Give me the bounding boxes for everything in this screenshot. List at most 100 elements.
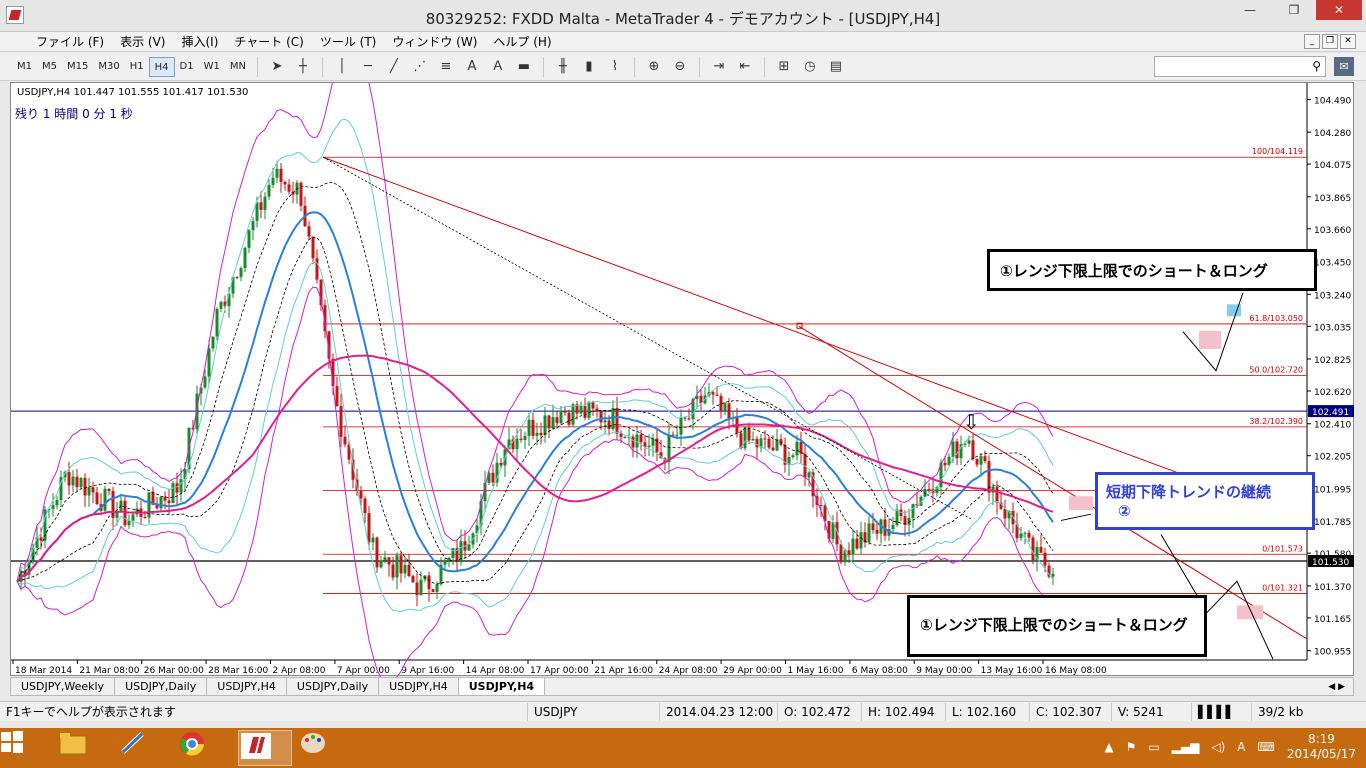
menu-tools[interactable]: ツール (T) — [312, 33, 385, 50]
search-input[interactable]: ⚲ — [1154, 56, 1326, 77]
text-icon[interactable]: A — [461, 57, 483, 77]
fibonacci-icon[interactable]: ≡ — [435, 57, 457, 77]
menu-file[interactable]: ファイル (F) — [28, 33, 112, 50]
templates-icon[interactable]: ▤ — [825, 57, 847, 77]
candle-body — [79, 477, 83, 488]
candle-body — [891, 524, 895, 530]
explorer-taskbar-button[interactable] — [58, 730, 112, 766]
tab-usdjpy-daily-1[interactable]: USDJPY,Daily — [115, 678, 208, 695]
child-close-button[interactable]: ✕ — [1340, 34, 1356, 49]
status-symbol: USDJPY — [528, 702, 660, 721]
candle-body — [167, 500, 171, 504]
pen-taskbar-button[interactable] — [118, 730, 172, 766]
tab-usdjpy-daily-2[interactable]: USDJPY,Daily — [287, 678, 380, 695]
close-button[interactable]: ✕ — [1316, 0, 1362, 20]
candle-body — [615, 408, 619, 434]
candle-body — [727, 403, 731, 419]
candle-body — [723, 403, 727, 412]
tf-m1[interactable]: M1 — [12, 57, 37, 77]
tab-usdjpy-h4-active[interactable]: USDJPY,H4 — [458, 678, 546, 695]
child-minimize-button[interactable]: _ — [1304, 34, 1320, 49]
menu-help[interactable]: ヘルプ (H) — [485, 33, 559, 50]
keyboard-icon[interactable]: ⌨ — [1258, 740, 1275, 754]
chart-tabs: USDJPY,Weekly USDJPY,Daily USDJPY,H4 USD… — [10, 677, 1354, 696]
horizontal-line-icon[interactable]: ─ — [357, 57, 379, 77]
candle-body — [683, 417, 687, 419]
trendline-icon[interactable]: ╱ — [383, 57, 405, 77]
indicators-icon[interactable]: ⊞ — [773, 57, 795, 77]
child-restore-button[interactable]: ❐ — [1322, 34, 1338, 49]
candle-body — [367, 513, 371, 543]
periods-icon[interactable]: ◷ — [799, 57, 821, 77]
price-chart[interactable]: 104.490 104.280 104.075 103.865 103.660 103.4… — [11, 83, 1355, 677]
candle-chart-icon[interactable]: ▮ — [578, 57, 600, 77]
candle-body — [75, 476, 79, 488]
tf-h1[interactable]: H1 — [125, 57, 149, 77]
tf-w1[interactable]: W1 — [199, 57, 225, 77]
ime-indicator[interactable]: A — [1237, 740, 1245, 754]
candle-body — [587, 401, 591, 418]
candle-body — [311, 236, 315, 259]
tab-usdjpy-h4-1[interactable]: USDJPY,H4 — [207, 678, 287, 695]
shape-icon[interactable]: ▬ — [513, 57, 535, 77]
start-button[interactable] — [0, 730, 54, 766]
autoscroll-icon[interactable]: ⇥ — [708, 57, 730, 77]
clock[interactable]: 8:19 2014/05/17 — [1287, 732, 1356, 762]
minimize-button[interactable]: — — [1228, 0, 1272, 20]
tf-m30[interactable]: M30 — [93, 57, 124, 77]
tf-d1[interactable]: D1 — [175, 57, 199, 77]
scenario-arrow-3 — [1060, 513, 1092, 521]
help-icon[interactable]: ✉ — [1334, 57, 1354, 76]
multi-line-icon[interactable]: ⋰ — [409, 57, 431, 77]
candle-body — [411, 576, 415, 583]
flag-icon[interactable]: ⚑ — [1126, 740, 1137, 754]
volume-icon[interactable]: ◁) — [1211, 740, 1225, 754]
fib-level-label: 100/104.119 — [1252, 147, 1303, 156]
chrome-taskbar-button[interactable] — [178, 730, 232, 766]
tab-scroll-arrows[interactable]: ◀ ▶ — [1320, 678, 1353, 695]
annotation-trend: 短期下降トレンドの継続 ② — [1095, 472, 1315, 530]
label-icon[interactable]: Ａ — [487, 57, 509, 77]
tf-mn[interactable]: MN — [225, 57, 251, 77]
tf-m5[interactable]: M5 — [37, 57, 62, 77]
candle-body — [211, 336, 215, 349]
menu-view[interactable]: 表示 (V) — [112, 33, 173, 50]
menu-insert[interactable]: 挿入(I) — [173, 33, 226, 50]
network-icon[interactable]: ▂▄▆ — [1172, 740, 1200, 754]
candle-body — [435, 584, 439, 592]
line-price-badge: 102.491 — [1312, 408, 1349, 418]
candle-body — [387, 557, 391, 565]
candle-body — [995, 486, 999, 503]
time-tick-label: 21 Apr 16:00 — [594, 666, 653, 676]
taskbar: ▲ ⚑ ▭ ▂▄▆ ◁) A ⌨ 8:19 2014/05/17 — [0, 728, 1366, 768]
crosshair-icon[interactable]: ┼ — [292, 57, 314, 77]
vertical-line-icon[interactable]: │ — [331, 57, 353, 77]
chart-window[interactable]: 104.490 104.280 104.075 103.865 103.660 103.4… — [10, 82, 1355, 677]
chart-shift-icon[interactable]: ⇤ — [734, 57, 756, 77]
status-traffic: 39/2 kb — [1258, 704, 1304, 719]
maximize-button[interactable]: ❐ — [1272, 0, 1316, 20]
candle-body — [207, 348, 211, 377]
price-tick-label: 101.370 — [1314, 583, 1351, 593]
window-title: 80329252: FXDD Malta - MetaTrader 4 - デモ… — [425, 10, 941, 28]
current-price-badge: 101.530 — [1312, 558, 1349, 568]
tf-m15[interactable]: M15 — [62, 57, 93, 77]
tf-h4[interactable]: H4 — [148, 56, 175, 77]
line-chart-icon[interactable]: ⌇ — [604, 57, 626, 77]
bar-chart-icon[interactable]: ╫ — [552, 57, 574, 77]
battery-icon[interactable]: ▭ — [1148, 740, 1159, 754]
time-tick-label: 26 Mar 00:00 — [144, 666, 204, 676]
zoom-out-icon[interactable]: ⊖ — [669, 57, 691, 77]
time-tick-label: 9 Apr 16:00 — [401, 666, 454, 676]
menu-chart[interactable]: チャート (C) — [226, 33, 311, 50]
cursor-icon[interactable]: ➤ — [266, 57, 288, 77]
menu-window[interactable]: ウィンドウ (W) — [384, 33, 485, 50]
tab-usdjpy-weekly[interactable]: USDJPY,Weekly — [11, 678, 116, 695]
tab-usdjpy-h4-2[interactable]: USDJPY,H4 — [379, 678, 459, 695]
paint-taskbar-button[interactable] — [298, 730, 352, 766]
tray-arrow-icon[interactable]: ▲ — [1104, 740, 1113, 754]
folder-icon — [59, 733, 87, 755]
zoom-in-icon[interactable]: ⊕ — [643, 57, 665, 77]
fxdd-taskbar-button[interactable] — [238, 730, 292, 766]
candle-body — [95, 492, 99, 505]
